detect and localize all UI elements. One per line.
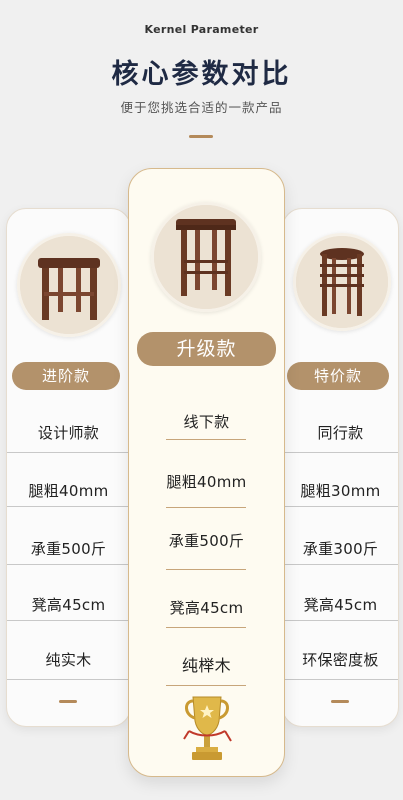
spec-leg-thickness: 腿粗40mm xyxy=(166,473,247,491)
spec-material: 纯榉木 xyxy=(182,656,231,675)
product-card-advanced[interactable]: 进阶款 设计师款 腿粗40mm 承重500斤 凳高45cm 纯实木 xyxy=(6,208,131,727)
row-divider xyxy=(166,507,246,509)
spec-load: 承重300斤 xyxy=(302,540,379,558)
kernel-parameter-label: Kernel Parameter xyxy=(144,23,259,36)
spec-type: 设计师款 xyxy=(37,424,100,442)
spec-leg-thickness: 腿粗40mm xyxy=(28,482,109,500)
row-divider xyxy=(7,564,130,565)
spec-material: 环保密度板 xyxy=(302,651,379,669)
row-divider xyxy=(7,679,130,680)
spec-type: 线下款 xyxy=(183,413,230,431)
stool-image xyxy=(151,202,261,312)
spec-height: 凳高45cm xyxy=(31,596,106,614)
row-divider xyxy=(283,452,398,453)
spec-type: 同行款 xyxy=(317,424,364,442)
spec-height: 凳高45cm xyxy=(169,599,244,617)
badge-special: 特价款 xyxy=(287,362,389,390)
row-divider xyxy=(166,439,246,441)
badge-advanced: 进阶款 xyxy=(12,362,120,390)
row-divider xyxy=(283,506,398,507)
product-card-upgraded[interactable]: 升级款 线下款 腿粗40mm 承重500斤 凳高45cm 纯榉木 xyxy=(128,168,285,777)
row-divider xyxy=(283,679,398,680)
stacked-stools-image xyxy=(293,233,391,331)
spec-height: 凳高45cm xyxy=(303,596,378,614)
row-divider xyxy=(166,685,246,687)
product-card-special[interactable]: 特价款 同行款 腿粗30mm 承重300斤 凳高45cm 环保密度板 xyxy=(282,208,399,727)
stool-image xyxy=(17,233,121,337)
row-divider xyxy=(7,452,130,453)
badge-upgraded: 升级款 xyxy=(137,332,276,366)
header-divider xyxy=(189,135,213,138)
spec-leg-thickness: 腿粗30mm xyxy=(300,482,381,500)
row-divider xyxy=(166,627,246,629)
card-footer-dash xyxy=(331,700,349,703)
row-divider xyxy=(166,569,246,571)
page-subtitle: 便于您挑选合适的一款产品 xyxy=(120,100,283,115)
spec-load: 承重500斤 xyxy=(168,532,245,550)
row-divider xyxy=(283,620,398,621)
page-title: 核心参数对比 xyxy=(111,59,292,90)
trophy-icon xyxy=(179,691,235,767)
header: Kernel Parameter 核心参数对比 便于您挑选合适的一款产品 xyxy=(0,0,403,160)
spec-material: 纯实木 xyxy=(45,651,92,669)
row-divider xyxy=(7,620,130,621)
card-footer-dash xyxy=(59,700,77,703)
spec-load: 承重500斤 xyxy=(30,540,107,558)
row-divider xyxy=(283,564,398,565)
row-divider xyxy=(7,506,130,507)
